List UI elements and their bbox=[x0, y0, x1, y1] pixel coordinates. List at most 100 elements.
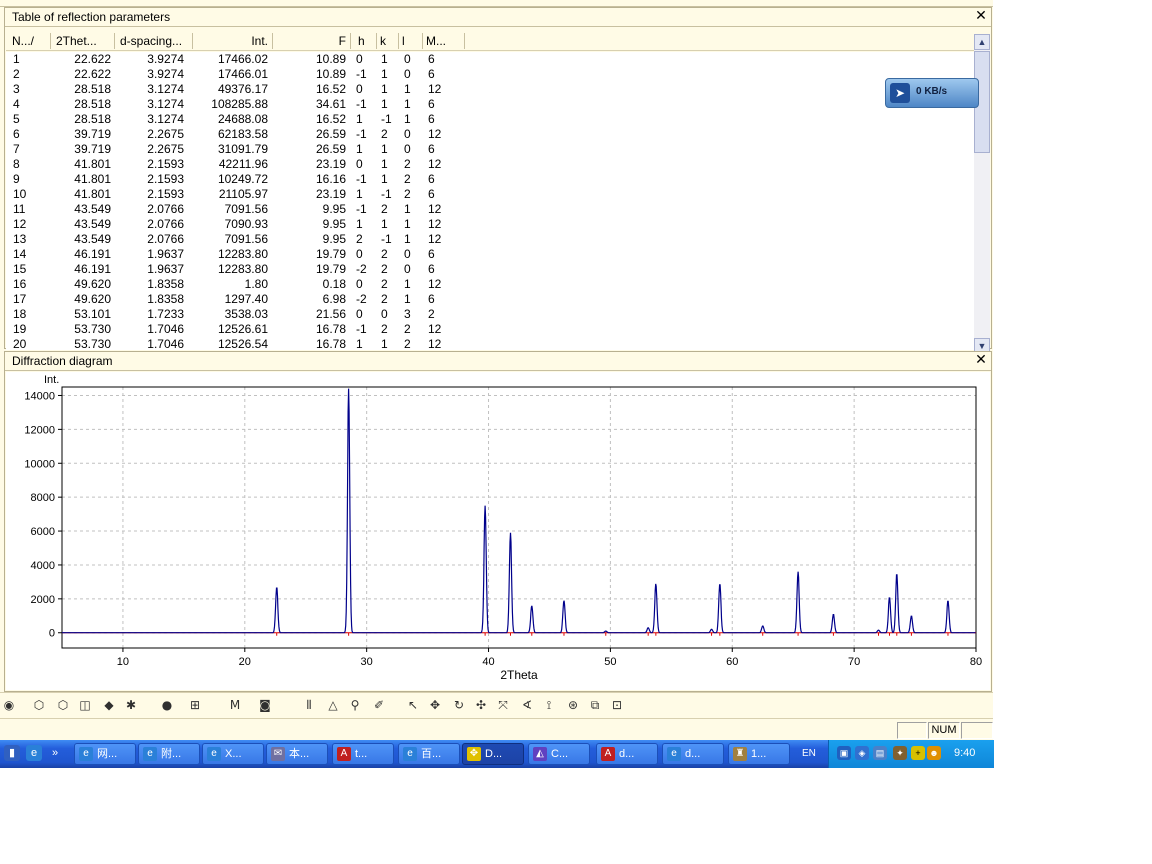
cursor-icon[interactable]: ↖ bbox=[404, 697, 422, 713]
tripod-icon[interactable]: ⟟ bbox=[540, 697, 558, 713]
triangle-icon[interactable]: △ bbox=[324, 697, 342, 713]
column-header-3[interactable]: Int. bbox=[196, 33, 273, 49]
table-row[interactable]: 8 41.801 2.1593 42211.96 23.19 0 1 2 12 bbox=[6, 157, 974, 172]
table-cell: 1 bbox=[381, 217, 388, 231]
chart-panel-close-button[interactable]: ✕ bbox=[974, 353, 988, 367]
taskbar-button-label: 网... bbox=[97, 748, 118, 760]
column-header-8[interactable]: M... bbox=[426, 33, 465, 49]
table-cell: 43.549 bbox=[74, 232, 111, 246]
table-cell: 23.19 bbox=[315, 157, 346, 171]
taskbar-button-4[interactable]: At... bbox=[332, 743, 394, 765]
ie-quicklaunch-icon[interactable]: e bbox=[26, 745, 42, 761]
column-header-6[interactable]: k bbox=[380, 33, 399, 49]
table-row[interactable]: 20 53.730 1.7046 12526.54 16.78 1 1 2 12 bbox=[6, 337, 974, 350]
table-row[interactable]: 2 22.622 3.9274 17466.01 10.89 -1 1 0 6 bbox=[6, 67, 974, 82]
taskbar-button-9[interactable]: e d... bbox=[662, 743, 724, 765]
measure-icon[interactable]: ⊛ bbox=[564, 697, 582, 713]
angle-icon[interactable]: ∢ bbox=[518, 697, 536, 713]
table-cell: 24688.08 bbox=[217, 112, 268, 126]
table-cell: 2 bbox=[428, 307, 435, 321]
table-cell: 1 bbox=[404, 277, 411, 291]
table-cell: 13 bbox=[13, 232, 27, 246]
table-row[interactable]: 18 53.101 1.7233 3538.03 21.56 0 0 3 2 bbox=[6, 307, 974, 322]
move-icon[interactable]: ✥ bbox=[426, 697, 444, 713]
table-panel-close-button[interactable]: ✕ bbox=[974, 9, 988, 23]
table-row[interactable]: 14 46.191 1.9637 12283.80 19.79 0 2 0 6 bbox=[6, 247, 974, 262]
column-header-5[interactable]: h bbox=[358, 33, 377, 49]
table-row[interactable]: 19 53.730 1.7046 12526.61 16.78 -1 2 2 12 bbox=[6, 322, 974, 337]
grid-icon[interactable]: ⊞ bbox=[186, 697, 204, 713]
windows-taskbar: ▮ e » EN ▣ ◈ ▤ ✦ + ☻ 9:40 e 网... e 附... e X..… bbox=[0, 740, 994, 768]
table-row[interactable]: 3 28.518 3.1274 49376.17 16.52 0 1 1 12 bbox=[6, 82, 974, 97]
table-row[interactable]: 4 28.518 3.1274 108285.88 34.61 -1 1 1 6 bbox=[6, 97, 974, 112]
column-header-2[interactable]: d-spacing... bbox=[120, 33, 193, 49]
language-indicator[interactable]: EN bbox=[802, 748, 816, 759]
table-cell: 7091.56 bbox=[224, 232, 268, 246]
table-row[interactable]: 13 43.549 2.0766 7091.56 9.95 2 -1 1 12 bbox=[6, 232, 974, 247]
table-cell: 17466.01 bbox=[217, 67, 268, 81]
taskbar-button-1[interactable]: e 附... bbox=[138, 743, 200, 765]
torsion-icon[interactable]: ⧉ bbox=[586, 697, 604, 713]
quicklaunch-more-icon[interactable]: » bbox=[50, 745, 60, 761]
scroll-up-button[interactable]: ▲ bbox=[974, 34, 990, 50]
circle-tool-icon[interactable]: ◉ bbox=[0, 697, 18, 713]
pan-icon[interactable]: ✣ bbox=[472, 697, 490, 713]
taskbar-button-0[interactable]: e 网... bbox=[74, 743, 136, 765]
table-row[interactable]: 7 39.719 2.2675 31091.79 26.59 1 1 0 6 bbox=[6, 142, 974, 157]
table-row[interactable]: 16 49.620 1.8358 1.80 0.18 0 2 1 12 bbox=[6, 277, 974, 292]
column-header-1[interactable]: 2Thet... bbox=[56, 33, 115, 49]
table-row[interactable]: 12 43.549 2.0766 7090.93 9.95 1 1 1 12 bbox=[6, 217, 974, 232]
system-tray: ▣ ◈ ▤ ✦ + ☻ 9:40 bbox=[828, 740, 994, 768]
table-row[interactable]: 17 49.620 1.8358 1297.40 6.98 -2 2 1 6 bbox=[6, 292, 974, 307]
fe-atom-icon[interactable]: ● bbox=[158, 697, 176, 713]
column-header-0[interactable]: N.../ bbox=[12, 33, 51, 49]
cube-icon[interactable]: ◫ bbox=[76, 697, 94, 713]
taskbar-button-10[interactable]: ♜ 1... bbox=[728, 743, 790, 765]
taskbar-button-5[interactable]: e 百... bbox=[398, 743, 460, 765]
show-desktop-icon[interactable]: ▮ bbox=[4, 745, 20, 761]
table-cell: 7 bbox=[13, 142, 20, 156]
column-header-7[interactable]: l bbox=[402, 33, 423, 49]
taskbar-button-3[interactable]: ✉ 本... bbox=[266, 743, 328, 765]
label-icon[interactable]: ⊡ bbox=[608, 697, 626, 713]
tray-plus-icon[interactable]: + bbox=[911, 746, 925, 760]
fit-icon[interactable]: ⤧ bbox=[494, 697, 512, 713]
y-tick-label: 2000 bbox=[31, 594, 55, 606]
diamond-icon[interactable]: ◆ bbox=[100, 697, 118, 713]
network-speed-widget[interactable]: ➤ 0 KB/s bbox=[885, 78, 979, 108]
table-row[interactable]: 6 39.719 2.2675 62183.58 26.59 -1 2 0 12 bbox=[6, 127, 974, 142]
tray-shield-icon[interactable]: ◈ bbox=[855, 746, 869, 760]
tray-tools-icon[interactable]: ✦ bbox=[893, 746, 907, 760]
table-row[interactable]: 9 41.801 2.1593 10249.72 16.16 -1 1 2 6 bbox=[6, 172, 974, 187]
bars-icon[interactable]: ⫴ bbox=[300, 697, 318, 713]
table-row[interactable]: 5 28.518 3.1274 24688.08 16.52 1 -1 1 6 bbox=[6, 112, 974, 127]
table-row[interactable]: 1 22.622 3.9274 17466.02 10.89 0 1 0 6 bbox=[6, 52, 974, 67]
tray-smiley-icon[interactable]: ☻ bbox=[927, 746, 941, 760]
hexagon-outline-icon[interactable]: ⬡ bbox=[54, 697, 72, 713]
column-header-4[interactable]: F bbox=[276, 33, 351, 49]
taskbar-button-8[interactable]: Ad... bbox=[596, 743, 658, 765]
taskbar-button-7[interactable]: ◭ C... bbox=[528, 743, 590, 765]
x-tick-label: 20 bbox=[239, 656, 251, 668]
taskbar-button-2[interactable]: e X... bbox=[202, 743, 264, 765]
table-cell: 12 bbox=[428, 322, 442, 336]
eraser-icon[interactable]: ✐ bbox=[370, 697, 388, 713]
taskbar-button-label: 1... bbox=[751, 748, 767, 760]
bond-icon[interactable]: ⚲ bbox=[346, 697, 364, 713]
rotate-model-icon[interactable]: ◙ bbox=[256, 697, 274, 713]
table-row[interactable]: 15 46.191 1.9637 12283.80 19.79 -2 2 0 6 bbox=[6, 262, 974, 277]
table-cell: 8 bbox=[13, 157, 20, 171]
hexagon-icon[interactable]: ⬡ bbox=[30, 697, 48, 713]
rotate-icon[interactable]: ↻ bbox=[450, 697, 468, 713]
tray-network-icon[interactable]: ▣ bbox=[837, 746, 851, 760]
x-tick-label: 60 bbox=[726, 656, 738, 668]
table-row[interactable]: 11 43.549 2.0766 7091.56 9.95 -1 2 1 12 bbox=[6, 202, 974, 217]
molecule-icon[interactable]: ✱ bbox=[122, 697, 140, 713]
table-row[interactable]: 10 41.801 2.1593 21105.97 23.19 1 -1 2 6 bbox=[6, 187, 974, 202]
tray-computers-icon[interactable]: ▤ bbox=[873, 746, 887, 760]
taskbar-button-label: 本... bbox=[289, 748, 310, 760]
taskbar-button-6[interactable]: ✥ D... bbox=[462, 743, 524, 765]
table-cell: 16.78 bbox=[315, 337, 346, 350]
m-icon[interactable]: M bbox=[226, 697, 244, 713]
table-cell: 6 bbox=[428, 172, 435, 186]
